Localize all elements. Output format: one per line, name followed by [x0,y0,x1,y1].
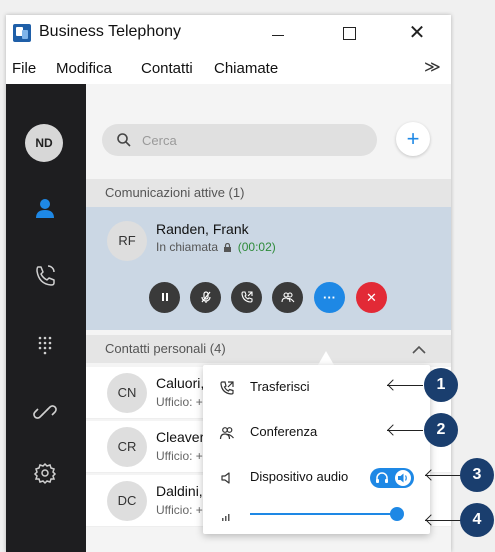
chevron-up-icon[interactable] [412,346,426,354]
transfer-label: Trasferisci [250,379,310,394]
transfer-icon [220,381,234,395]
contact-office: Ufficio: + [156,449,203,463]
volume-bars-icon [222,514,230,521]
volume-slider-thumb[interactable] [390,507,405,521]
sidebar-item-calls[interactable] [28,260,62,290]
minimize-button[interactable] [260,19,296,47]
sidebar-item-links[interactable] [28,397,62,427]
title-bar: Business Telephony ✕ [6,15,451,51]
menu-item-audio-device[interactable]: Dispositivo audio [203,457,430,497]
user-avatar[interactable]: ND [25,124,63,162]
caller-avatar: RF [107,221,147,261]
more-options-popup: Trasferisci Conferenza Dispositivo audio [203,365,430,534]
link-icon [33,405,57,419]
transfer-icon [240,291,253,303]
hold-button[interactable] [149,282,180,313]
add-contact-button[interactable]: + [396,122,430,156]
menu-chiamate[interactable]: Chiamate [214,60,278,77]
lock-icon [224,243,232,252]
close-button[interactable]: ✕ [399,19,435,47]
speaker-icon [221,472,230,484]
audio-device-toggle[interactable] [370,468,414,488]
popup-pointer [318,351,334,365]
menu-file[interactable]: File [12,60,36,77]
active-call-card[interactable]: RF Randen, Frank In chiamata (00:02) ···… [86,207,451,330]
contact-avatar: CR [107,427,147,467]
app-logo-icon [13,24,31,42]
contact-office: Ufficio: + [156,395,203,409]
sidebar-item-settings[interactable] [28,458,62,488]
contact-avatar: CN [107,373,147,413]
call-history-icon [36,265,55,286]
search-bar[interactable] [102,124,377,156]
conference-icon [219,427,234,440]
search-input[interactable] [142,131,362,149]
mute-icon [200,291,211,303]
search-icon [117,133,131,147]
volume-slider-track[interactable] [250,513,402,515]
sidebar-item-contacts[interactable] [28,194,62,224]
sidebar-item-dialpad[interactable] [28,330,62,360]
conference-icon [280,292,294,303]
speaker-volume-icon [395,470,411,486]
end-call-icon: ✕ [366,290,377,305]
menu-item-volume [203,494,430,534]
personal-contacts-title: Contatti personali (4) [105,341,226,356]
active-communications-header: Comunicazioni attive (1) [86,179,451,207]
maximize-button[interactable] [331,19,367,47]
audio-device-label: Dispositivo audio [250,469,349,484]
contact-avatar: DC [107,481,147,521]
conference-label: Conferenza [250,424,318,439]
headset-icon [376,472,388,483]
annotation-marker-2: 2 [424,413,458,447]
mute-button[interactable] [190,282,221,313]
more-options-button[interactable]: ··· [314,282,345,313]
annotation-marker-3: 3 [460,458,494,492]
call-timer: (00:02) [237,240,276,254]
menu-modifica[interactable]: Modifica [56,60,112,77]
call-status-text: In chiamata [156,240,219,254]
menu-bar: File Modifica Contatti Chiamate ≫ [6,51,451,84]
annotation-marker-4: 4 [460,503,494,537]
conference-button[interactable] [272,282,303,313]
contact-name: Daldini, C [156,483,206,499]
transfer-call-button[interactable] [231,282,262,313]
menu-overflow-icon[interactable]: ≫ [424,57,441,77]
contacts-icon [36,199,54,218]
menu-contatti[interactable]: Contatti [141,60,193,77]
contact-name: Cleaver, R [156,429,206,445]
caller-name: Randen, Frank [156,221,249,237]
contact-office: Ufficio: + [156,503,203,517]
end-call-button[interactable]: ✕ [356,282,387,313]
gear-icon [33,462,57,485]
more-icon: ··· [323,290,336,305]
contact-name: Caluori, N [156,375,206,391]
personal-contacts-header[interactable]: Contatti personali (4) [86,335,451,363]
dialpad-icon [38,336,52,355]
window-title: Business Telephony [39,23,182,40]
call-status: In chiamata (00:02) [156,240,276,254]
pause-icon [161,293,168,301]
sidebar: ND [6,84,86,552]
annotation-marker-1: 1 [424,368,458,402]
